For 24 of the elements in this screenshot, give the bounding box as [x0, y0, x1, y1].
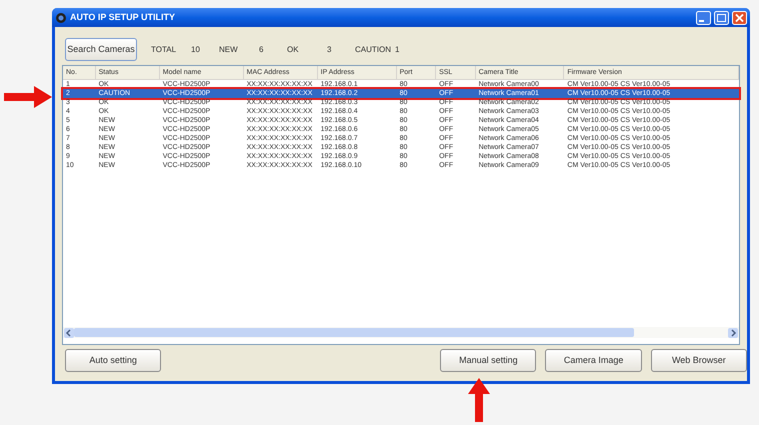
summary-count: 6	[259, 44, 264, 56]
summary-label: OK	[287, 44, 300, 56]
summary-count: 10	[191, 44, 201, 56]
minimize-icon[interactable]	[696, 10, 711, 24]
close-icon[interactable]	[732, 10, 747, 24]
horizontal-scrollbar[interactable]	[63, 327, 739, 338]
arrow-icon	[468, 378, 490, 422]
summary-label: NEW	[219, 44, 239, 56]
search-button[interactable]: Search Cameras	[65, 38, 137, 61]
scroll-left-icon[interactable]	[64, 328, 74, 338]
arrow-icon	[4, 86, 52, 108]
maximize-icon[interactable]	[714, 10, 729, 24]
action-button[interactable]: Camera Image	[545, 349, 642, 372]
window-title: AUTO IP SETUP UTILITY	[70, 10, 176, 24]
scroll-right-icon[interactable]	[728, 328, 738, 338]
summary-count: 3	[327, 44, 332, 56]
summary-count: 1	[395, 44, 400, 56]
action-button[interactable]: Web Browser	[650, 349, 748, 372]
scroll-thumb[interactable]	[74, 328, 634, 337]
summary-label: TOTAL	[151, 44, 178, 56]
summary-label: CAUTION	[355, 44, 392, 56]
action-button[interactable]: Manual setting	[440, 349, 536, 372]
camera-icon	[55, 12, 67, 24]
action-button[interactable]: Auto setting	[65, 349, 162, 372]
